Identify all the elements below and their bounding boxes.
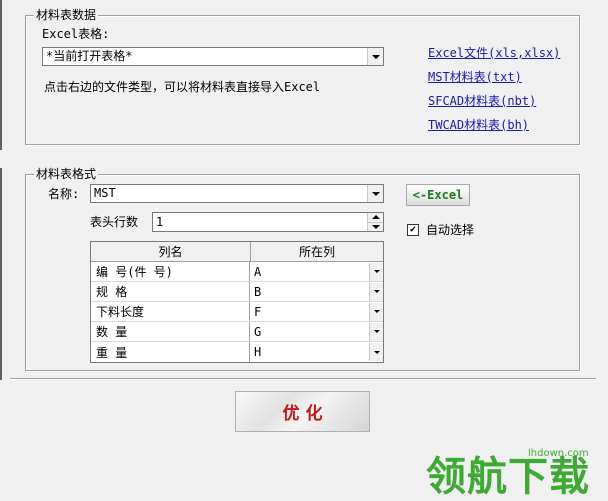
excel-table-label: Excel表格:	[42, 27, 110, 41]
excel-table-value: *当前打开表格*	[46, 49, 133, 63]
import-group-title: 材料表数据	[34, 8, 99, 22]
table-header: 列名 所在列	[91, 242, 383, 262]
link-twcad-table[interactable]: TWCAD材料表(bh)	[428, 118, 529, 132]
row-name-cell: 下料长度	[91, 302, 250, 321]
table-row: 编 号(件 号) A	[91, 262, 383, 282]
column-mapping-table: 列名 所在列 编 号(件 号) A 规 格 B 下料长度 F 数 量 G 重 量…	[90, 241, 384, 363]
row-name-cell: 重 量	[91, 342, 250, 362]
spin-down-icon[interactable]	[368, 223, 383, 232]
chevron-down-icon[interactable]	[367, 48, 383, 65]
row-col-value: A	[254, 264, 262, 279]
row-name-cell: 数 量	[91, 322, 250, 341]
spinner-buttons[interactable]	[367, 213, 383, 231]
window-left-edge	[0, 168, 2, 380]
header-rows-spinner[interactable]: 1	[152, 212, 384, 232]
check-icon: ✔	[409, 224, 417, 235]
row-col-select[interactable]: F	[250, 302, 383, 321]
row-col-select[interactable]: B	[250, 282, 383, 301]
chevron-down-icon[interactable]	[369, 262, 383, 281]
name-combo[interactable]: MST	[90, 184, 384, 203]
link-sfcad-table[interactable]: SFCAD材料表(nbt)	[428, 94, 536, 108]
chevron-down-icon[interactable]	[369, 322, 383, 341]
from-excel-button[interactable]: <-Excel	[406, 184, 470, 206]
row-col-value: F	[254, 304, 262, 319]
link-mst-table[interactable]: MST材料表(txt)	[428, 70, 522, 84]
chevron-down-icon[interactable]	[369, 302, 383, 321]
header-rows-label: 表头行数	[90, 215, 139, 229]
auto-select-label: 自动选择	[426, 223, 475, 237]
row-col-select[interactable]: A	[250, 262, 383, 281]
column-header-name: 列名	[91, 242, 251, 261]
optimize-button[interactable]: 优 化	[235, 391, 370, 432]
column-header-col: 所在列	[298, 245, 335, 259]
row-name-cell: 编 号(件 号)	[91, 262, 250, 281]
import-hint: 点击右边的文件类型，可以将材料表直接导入Excel	[44, 80, 321, 94]
chevron-down-icon[interactable]	[369, 343, 383, 361]
format-group-title: 材料表格式	[34, 167, 99, 181]
watermark-brand: 领航下载	[426, 454, 590, 500]
auto-select-checkbox[interactable]: ✔	[407, 224, 419, 236]
optimize-button-label: 优 化	[282, 404, 323, 424]
spin-up-icon[interactable]	[368, 213, 383, 223]
window-left-edge	[0, 0, 2, 150]
chevron-down-icon[interactable]	[367, 185, 383, 202]
name-value: MST	[94, 186, 116, 200]
chevron-down-icon[interactable]	[369, 282, 383, 301]
table-row: 下料长度 F	[91, 302, 383, 322]
table-row: 规 格 B	[91, 282, 383, 302]
header-rows-value: 1	[156, 215, 164, 229]
row-col-select[interactable]: G	[250, 322, 383, 341]
row-name-cell: 规 格	[91, 282, 250, 301]
from-excel-button-label: <-Excel	[412, 188, 464, 202]
table-row: 重 量 H	[91, 342, 383, 362]
row-col-value: G	[254, 324, 262, 339]
row-col-value: B	[254, 284, 262, 299]
table-row: 数 量 G	[91, 322, 383, 342]
row-col-value: H	[254, 345, 262, 359]
link-excel-file[interactable]: Excel文件(xls,xlsx)	[428, 46, 560, 60]
row-col-select[interactable]: H	[250, 342, 383, 362]
name-label: 名称:	[48, 187, 80, 201]
panel-bottom-border	[10, 378, 596, 380]
excel-table-combo[interactable]: *当前打开表格*	[42, 47, 384, 66]
